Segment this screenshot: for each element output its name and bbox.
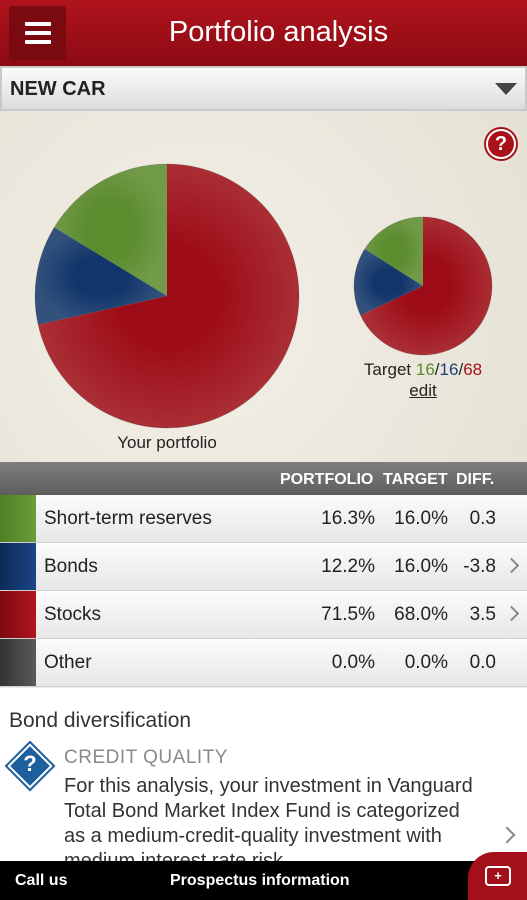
goal-dropdown[interactable]: NEW CAR bbox=[0, 66, 527, 111]
bond-diversification-title: Bond diversification bbox=[9, 709, 192, 732]
table-row-bonds[interactable]: Bonds 12.2% 16.0% -3.8 bbox=[0, 543, 527, 591]
page-title: Portfolio analysis bbox=[168, 16, 389, 48]
table-row-short-term-reserves: Short-term reserves 16.3% 16.0% 0.3 bbox=[0, 495, 527, 543]
chevron-right-icon bbox=[503, 557, 520, 574]
header-portfolio: PORTFOLIO bbox=[280, 471, 374, 488]
target-pie-chart[interactable] bbox=[353, 216, 493, 356]
credit-quality-heading: CREDIT QUALITY bbox=[64, 747, 228, 768]
portfolio-pie-chart bbox=[34, 163, 300, 429]
short-term-swatch bbox=[0, 495, 36, 542]
target-caption: Target 16/16/68 bbox=[363, 360, 483, 379]
chat-icon: + bbox=[485, 866, 511, 886]
question-icon: ? bbox=[23, 751, 37, 776]
call-us-link[interactable]: Call us bbox=[15, 872, 67, 890]
footer-bar: Call us Prospectus information bbox=[0, 861, 527, 900]
credit-quality-text[interactable]: For this analysis, your investment in Va… bbox=[64, 774, 484, 861]
help-button[interactable]: ? bbox=[484, 127, 518, 161]
bonds-swatch bbox=[0, 543, 36, 590]
chevron-right-icon bbox=[503, 605, 520, 622]
portfolio-caption: Your portfolio bbox=[117, 433, 217, 452]
prospectus-link[interactable]: Prospectus information bbox=[170, 872, 350, 890]
header-diff: DIFF. bbox=[456, 471, 495, 488]
header-target: TARGET bbox=[383, 471, 448, 488]
chevron-down-icon bbox=[495, 83, 517, 95]
stocks-swatch bbox=[0, 591, 36, 638]
other-swatch bbox=[0, 639, 36, 686]
table-row-other: Other 0.0% 0.0% 0.0 bbox=[0, 639, 527, 687]
help-icon: ? bbox=[488, 131, 514, 157]
table-row-stocks[interactable]: Stocks 71.5% 68.0% 3.5 bbox=[0, 591, 527, 639]
edit-target-link[interactable]: edit bbox=[340, 381, 506, 401]
allocation-table-header: PORTFOLIO TARGET DIFF. bbox=[0, 462, 527, 495]
goal-dropdown-value: NEW CAR bbox=[10, 78, 106, 100]
app-header: Portfolio analysis bbox=[0, 0, 527, 66]
